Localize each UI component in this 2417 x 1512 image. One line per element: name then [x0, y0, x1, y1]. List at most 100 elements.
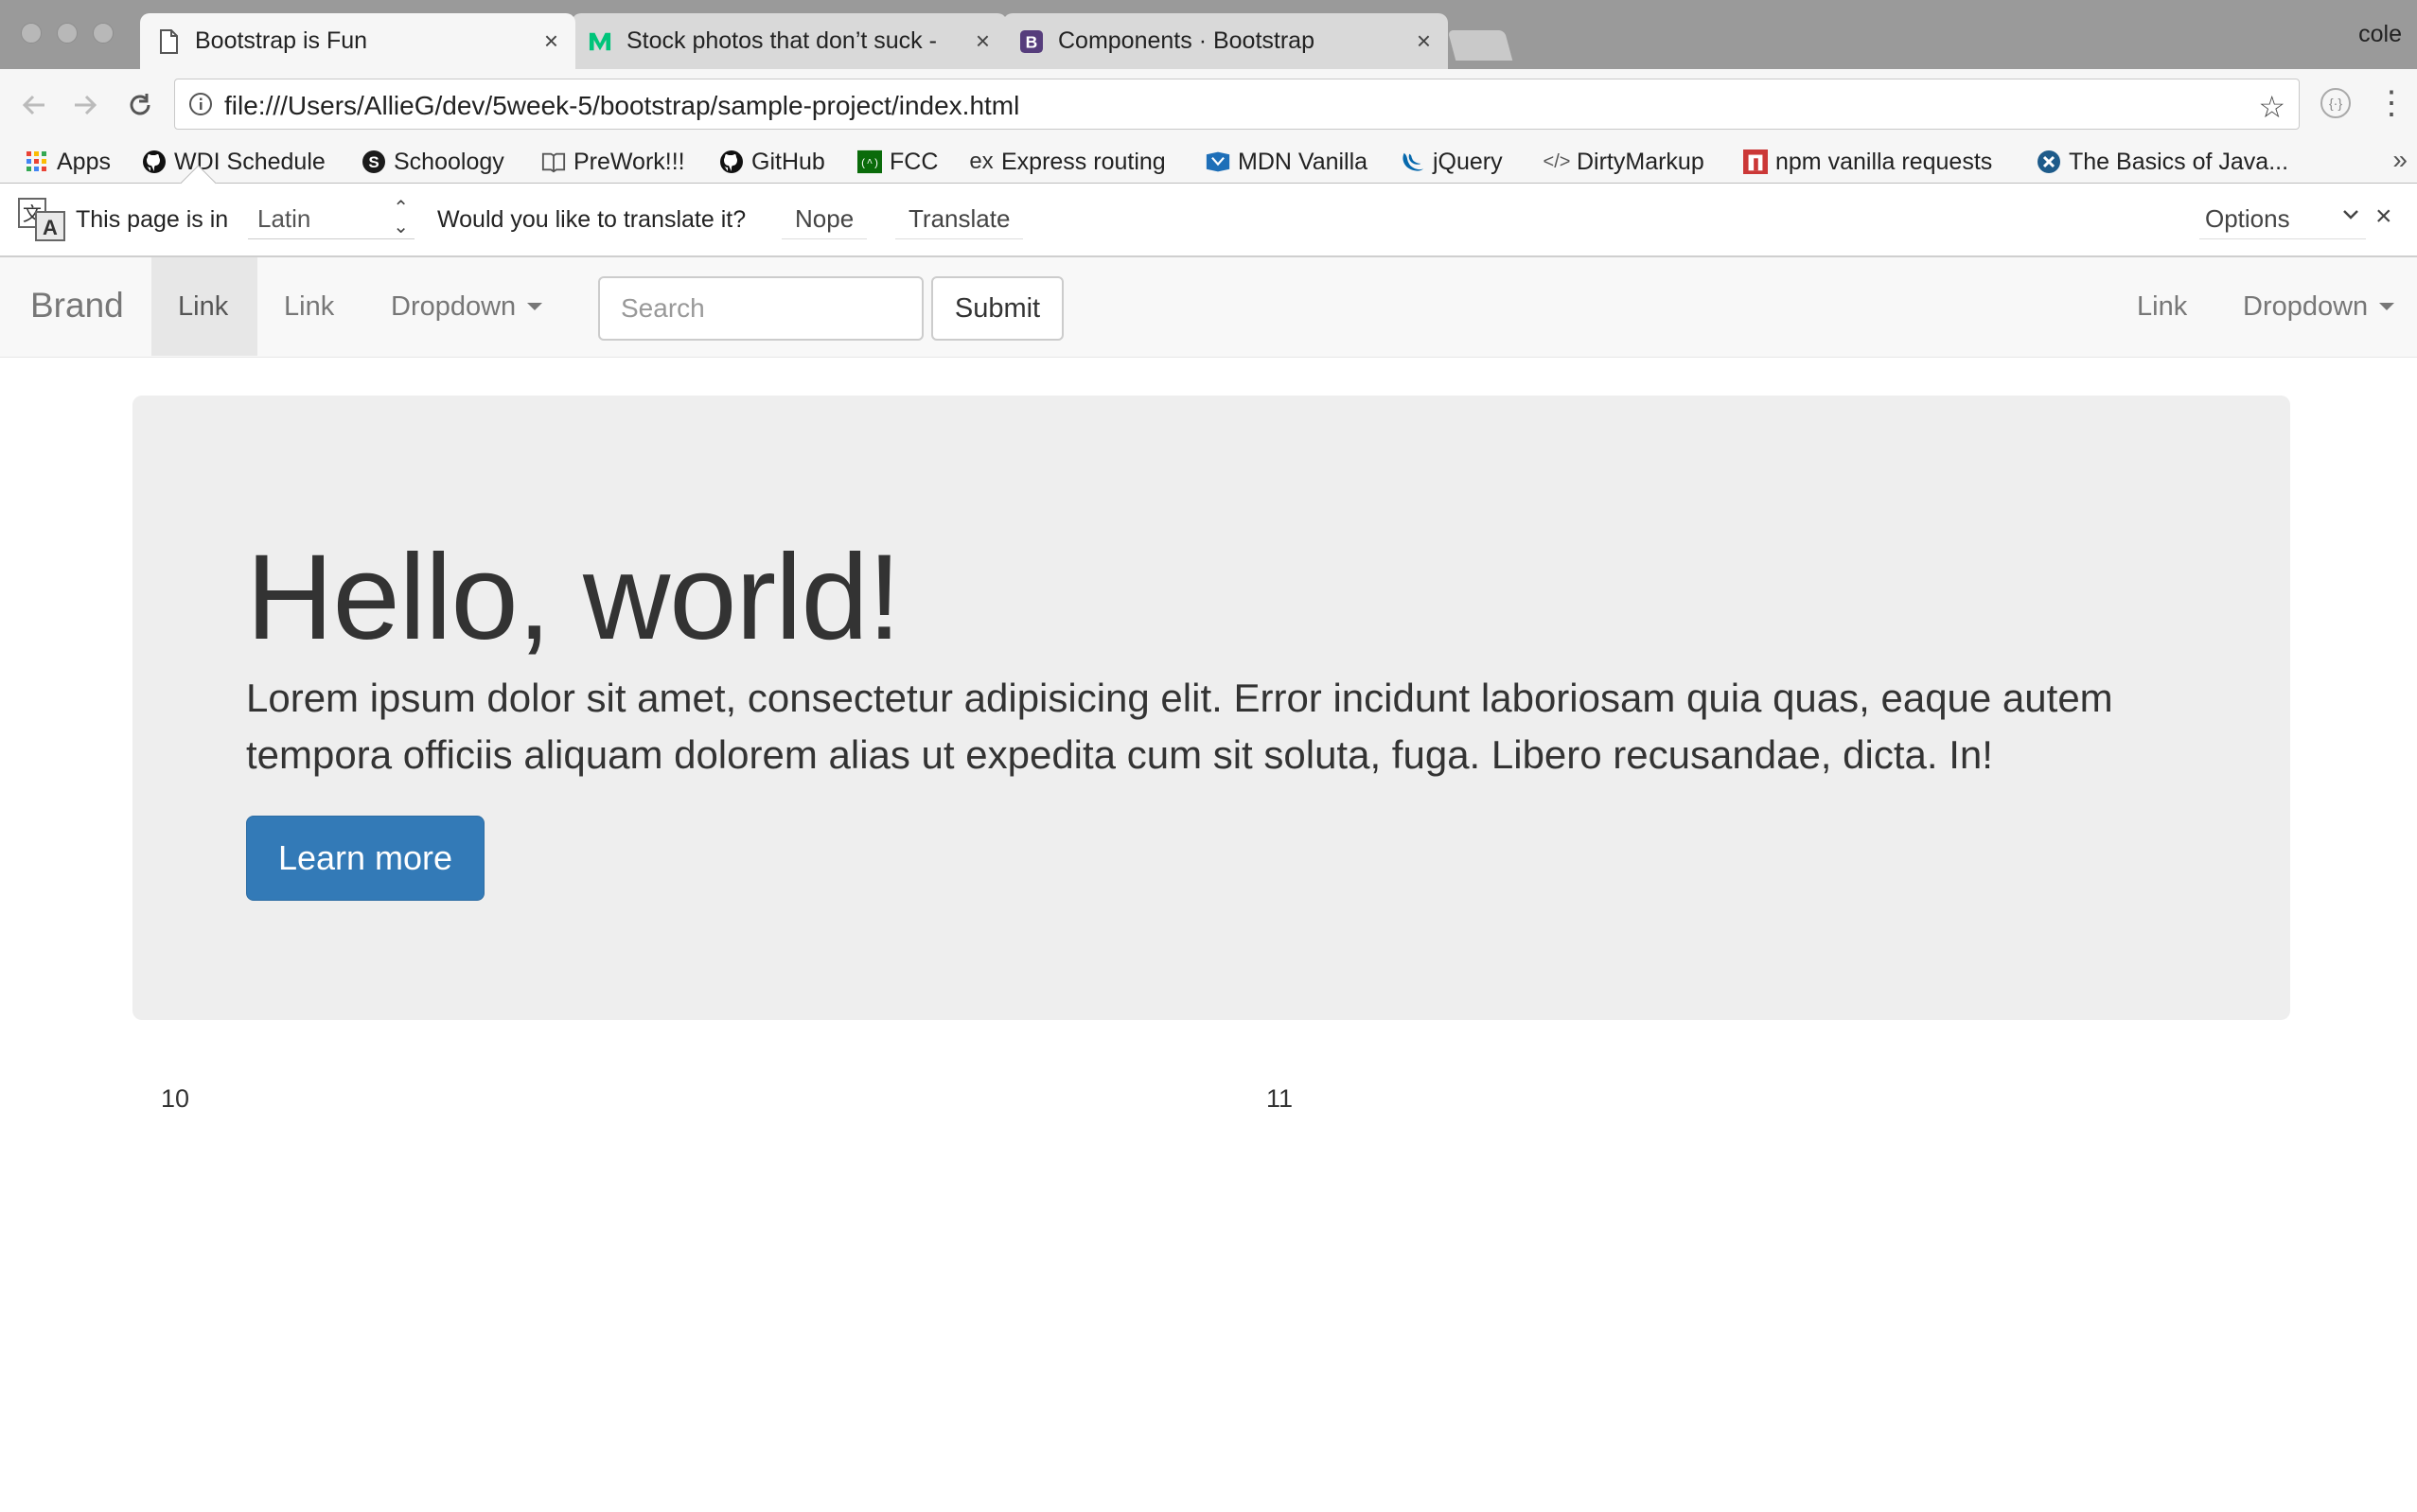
bookmark-jquery[interactable]: jQuery — [1401, 141, 1503, 183]
bookmark-label: FCC — [890, 148, 939, 175]
more-bookmarks-icon[interactable]: » — [2392, 145, 2408, 175]
navbar-submit-button[interactable]: Submit — [931, 276, 1064, 341]
translate-language-value: Latin — [257, 204, 311, 233]
book-icon — [541, 149, 566, 174]
navbar-link[interactable]: Link — [257, 257, 363, 356]
tab-title: Bootstrap is Fun — [195, 27, 368, 54]
jumbotron-text: Lorem ipsum dolor sit amet, consectetur … — [246, 676, 2113, 777]
mdn-icon — [1206, 149, 1230, 174]
arrow-left-icon — [22, 95, 44, 115]
window-minimize-button[interactable] — [57, 23, 78, 44]
tab-close-icon[interactable]: × — [976, 26, 990, 56]
bookmarks-bar: Apps WDI Schedule S Schoology PreWork!!!… — [0, 141, 2417, 184]
jumbotron-heading: Hello, world! — [246, 530, 901, 665]
translate-nope-button[interactable]: Nope — [782, 199, 868, 239]
bookmark-fcc[interactable]: (^) FCC — [857, 141, 938, 183]
schoology-icon: S — [362, 149, 386, 174]
github-icon — [719, 149, 744, 174]
x-circle-icon — [2037, 149, 2061, 174]
bookmark-github[interactable]: GitHub — [719, 141, 825, 183]
window-zoom-button[interactable] — [93, 23, 114, 44]
translate-page-is-in-label: This page is in — [76, 206, 229, 233]
bookmark-label: DirtyMarkup — [1577, 148, 1704, 175]
bookmark-dirtymarkup[interactable]: </> DirtyMarkup — [1544, 141, 1704, 183]
grid-column-2: 11 — [1266, 1084, 1294, 1113]
translate-bar: 文A This page is in Latin ⌃ ⌄ Would you li… — [0, 165, 2417, 257]
tab-title: Components · Bootstrap — [1058, 27, 1314, 54]
tab-title: Stock photos that don’t suck - — [626, 27, 937, 54]
browser-toolbar: file:///Users/AllieG/dev/5week-5/bootstr… — [0, 69, 2417, 141]
extension-icon[interactable]: {·} — [2320, 88, 2351, 118]
forward-button[interactable] — [66, 86, 104, 124]
tab-stock-photos[interactable]: Stock photos that don’t suck - × — [572, 13, 1007, 69]
profile-name[interactable]: cole — [2358, 21, 2402, 48]
translate-close-icon[interactable]: × — [2375, 201, 2392, 233]
navbar-dropdown-right[interactable]: Dropdown — [2216, 257, 2417, 356]
svg-text:B: B — [1026, 32, 1038, 51]
reload-button[interactable] — [121, 86, 159, 124]
translate-icon: 文A — [17, 197, 66, 242]
info-icon[interactable] — [188, 92, 213, 121]
translate-question-label: Would you like to translate it? — [437, 206, 747, 233]
jquery-icon — [1401, 149, 1425, 174]
svg-text:S: S — [368, 153, 379, 171]
caret-down-icon — [527, 303, 543, 310]
bookmark-label: Schoology — [394, 148, 504, 175]
bookmark-prework[interactable]: PreWork!!! — [541, 141, 685, 183]
navbar-search-input[interactable] — [598, 276, 924, 341]
navbar-dropdown-left[interactable]: Dropdown — [364, 257, 569, 356]
bookmark-mdn-vanilla[interactable]: MDN Vanilla — [1206, 141, 1367, 183]
bookmark-express-routing[interactable]: ex Express routing — [969, 141, 1166, 183]
caret-down-icon — [2379, 303, 2395, 310]
fcc-icon: (^) — [857, 149, 882, 174]
github-icon — [142, 149, 167, 174]
translate-options-button[interactable]: Options — [2199, 199, 2366, 239]
bookmark-schoology[interactable]: S Schoology — [362, 141, 504, 183]
navbar-brand[interactable]: Brand — [30, 286, 124, 325]
navbar-dropdown-label: Dropdown — [391, 290, 517, 322]
url-text: file:///Users/AllieG/dev/5week-5/bootstr… — [224, 91, 1020, 120]
grid-column-1: 10 — [161, 1084, 190, 1113]
tab-bootstrap-is-fun[interactable]: Bootstrap is Fun × — [140, 13, 575, 69]
bookmark-label: Express routing — [1001, 148, 1166, 175]
reload-icon — [130, 94, 150, 115]
navbar-link-active[interactable]: Link — [151, 257, 257, 356]
bookmark-basics-of-java[interactable]: The Basics of Java... — [2037, 141, 2288, 183]
jumbotron: Hello, world! Lorem ipsum dolor sit amet… — [132, 396, 2290, 1020]
window-close-button[interactable] — [21, 23, 42, 44]
medium-icon — [589, 29, 611, 54]
select-updown-icon: ⌃ ⌄ — [393, 198, 409, 237]
bookmark-label: Apps — [57, 148, 111, 175]
translate-language-select[interactable]: Latin ⌃ ⌄ — [248, 199, 415, 239]
bookmark-label: npm vanilla requests — [1775, 148, 1993, 175]
translate-translate-button[interactable]: Translate — [895, 199, 1024, 239]
express-icon: ex — [969, 149, 994, 174]
bookmark-apps[interactable]: Apps — [25, 141, 111, 183]
navbar-dropdown-label: Dropdown — [2243, 290, 2369, 322]
apps-grid-icon — [25, 149, 49, 174]
browser-titlebar: Bootstrap is Fun × Stock photos that don… — [0, 0, 2417, 69]
code-icon: </> — [1543, 150, 1571, 172]
page-icon — [157, 28, 180, 54]
learn-more-button[interactable]: Learn more — [246, 816, 485, 901]
chevron-down-icon — [2343, 210, 2358, 220]
svg-text:A: A — [43, 216, 58, 239]
tab-components-bootstrap[interactable]: B Components · Bootstrap × — [1003, 13, 1448, 69]
browser-menu-icon[interactable]: ⋮ — [2375, 82, 2408, 124]
bookmark-label: The Basics of Java... — [2069, 148, 2289, 175]
tab-close-icon[interactable]: × — [544, 26, 558, 56]
bootstrap-icon: B — [1020, 29, 1043, 54]
bookmark-label: jQuery — [1433, 148, 1503, 175]
translate-options-label: Options — [2205, 204, 2290, 233]
site-navbar: Brand Link Link Dropdown Submit Link Dro… — [0, 257, 2417, 358]
svg-text:(^): (^) — [860, 159, 879, 170]
new-tab-button[interactable] — [1447, 30, 1513, 61]
bookmark-label: MDN Vanilla — [1238, 148, 1368, 175]
navbar-link-right[interactable]: Link — [2110, 257, 2214, 356]
address-bar[interactable]: file:///Users/AllieG/dev/5week-5/bootstr… — [174, 79, 2300, 130]
bookmark-star-icon[interactable]: ☆ — [2258, 89, 2285, 125]
bookmark-wdi-schedule[interactable]: WDI Schedule — [142, 141, 326, 183]
tab-close-icon[interactable]: × — [1417, 26, 1431, 56]
bookmark-npm-vanilla-requests[interactable]: npm vanilla requests — [1743, 141, 1992, 183]
back-button[interactable] — [15, 86, 53, 124]
